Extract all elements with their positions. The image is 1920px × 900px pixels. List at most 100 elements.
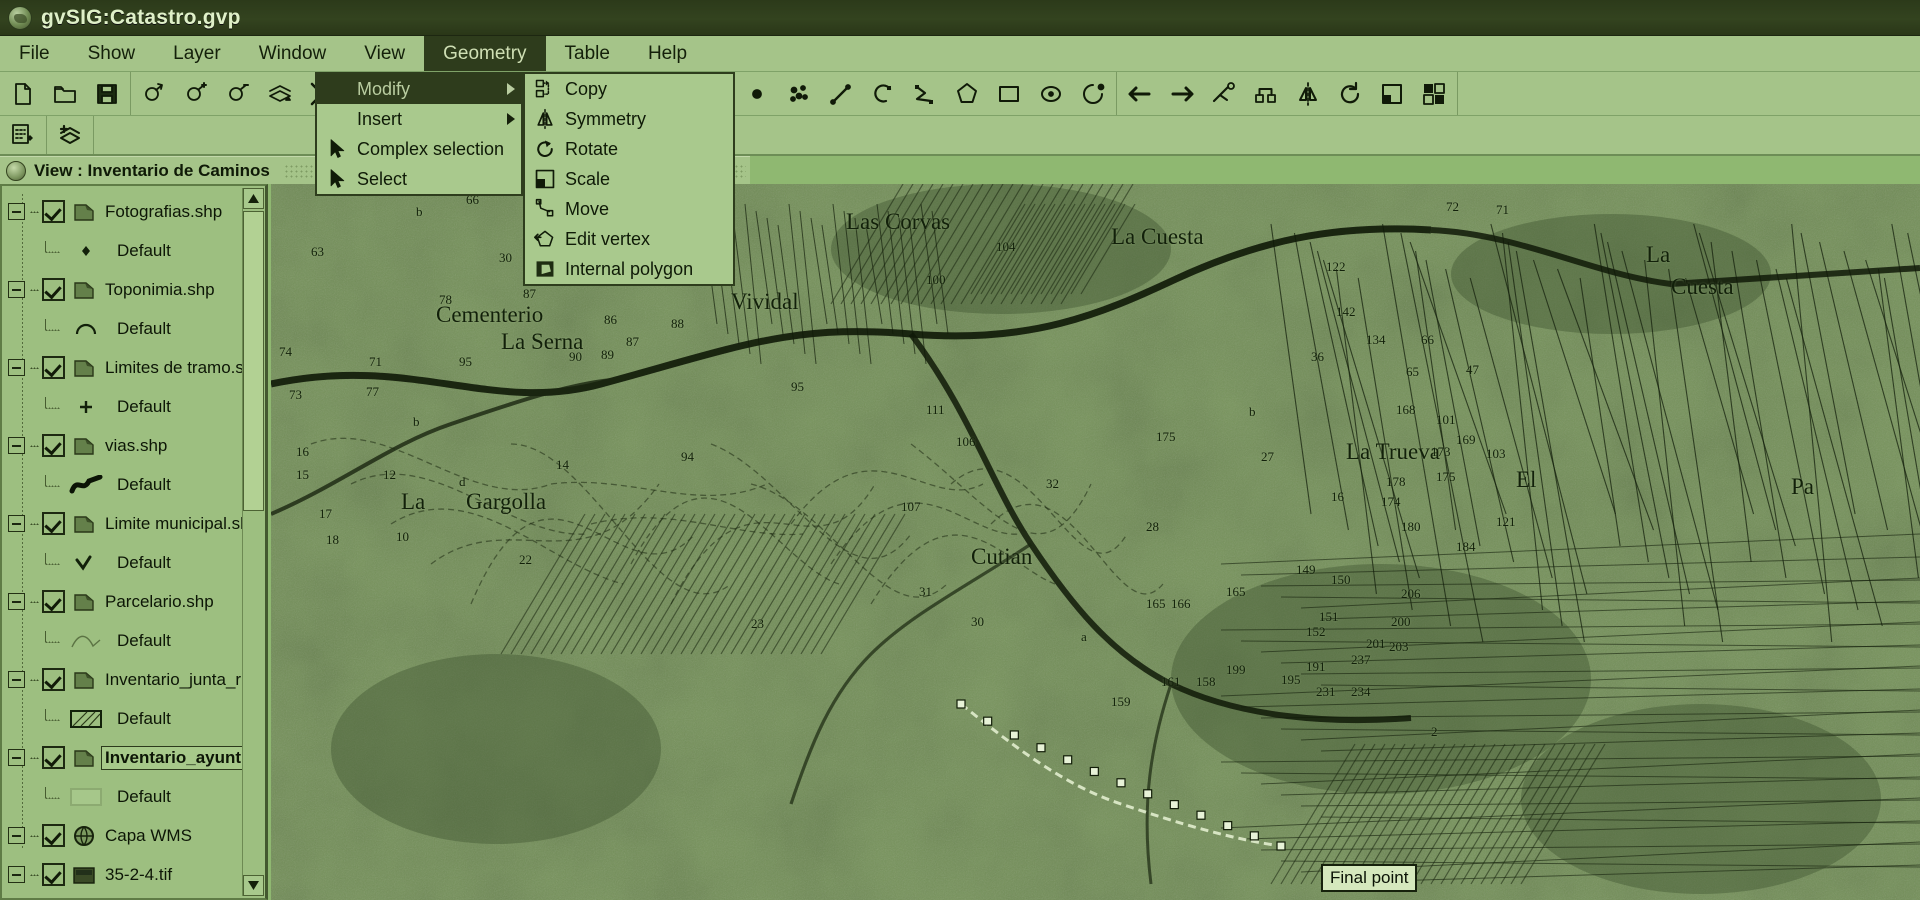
- layer-node-35-2-4-tif[interactable]: 35-2-4.tif: [2, 855, 252, 894]
- layer-tree[interactable]: Fotografias.shp Default Toponimia.shp Defau…: [2, 186, 263, 894]
- split-icon[interactable]: [1203, 74, 1245, 114]
- layer-node-fotografias-shp[interactable]: Fotografias.shp: [2, 192, 252, 231]
- layer-label[interactable]: 35-2-4.tif: [102, 864, 175, 886]
- layer-node-vias-shp[interactable]: vias.shp: [2, 426, 252, 465]
- menu-item-scale[interactable]: Scale: [525, 164, 733, 194]
- layer-visibility-checkbox[interactable]: [42, 824, 65, 847]
- layer-label[interactable]: Inventario_junta_ru: [102, 669, 254, 691]
- scroll-down-icon[interactable]: [243, 875, 264, 896]
- layer-visibility-checkbox[interactable]: [42, 356, 65, 379]
- arc-icon[interactable]: [862, 74, 904, 114]
- layer-visibility-checkbox[interactable]: [42, 434, 65, 457]
- expand-collapse-toggle[interactable]: [8, 515, 25, 532]
- arrow-left-icon[interactable]: [1119, 74, 1161, 114]
- circle-icon[interactable]: [1072, 74, 1114, 114]
- menu-file[interactable]: File: [0, 36, 69, 71]
- menu-item-internal-polygon[interactable]: Internal polygon: [525, 254, 733, 284]
- menu-table[interactable]: Table: [546, 36, 629, 71]
- expand-collapse-toggle[interactable]: [8, 593, 25, 610]
- menu-show[interactable]: Show: [69, 36, 155, 71]
- menu-item-modify[interactable]: Modify: [317, 74, 521, 104]
- scrollbar-thumb[interactable]: [243, 211, 264, 511]
- polygon-icon[interactable]: [946, 74, 988, 114]
- polyline-icon[interactable]: [904, 74, 946, 114]
- layer-symbol-node[interactable]: Default: [2, 777, 252, 816]
- zoom-to-layer-icon[interactable]: [259, 74, 301, 114]
- menu-item-copy[interactable]: Copy: [525, 74, 733, 104]
- layer-node-toponimia-shp[interactable]: Toponimia.shp: [2, 270, 252, 309]
- layer-symbol-node[interactable]: Default: [2, 543, 252, 582]
- layer-label[interactable]: Capa WMS: [102, 825, 195, 847]
- scroll-up-icon[interactable]: [243, 188, 264, 209]
- layer-label[interactable]: Parcelario.shp: [102, 591, 217, 613]
- layer-node-inventario-ayunt[interactable]: Inventario_ayunt: [2, 738, 252, 777]
- layer-visibility-checkbox[interactable]: [42, 512, 65, 535]
- layer-visibility-checkbox[interactable]: [42, 746, 65, 769]
- add-layer-icon[interactable]: [49, 115, 91, 155]
- zoom-in-icon[interactable]: [175, 74, 217, 114]
- layer-node-limites-de-tramo-shp[interactable]: Limites de tramo.shp: [2, 348, 263, 387]
- expand-collapse-toggle[interactable]: [8, 359, 25, 376]
- arrow-right-icon[interactable]: [1161, 74, 1203, 114]
- expand-collapse-toggle[interactable]: [8, 827, 25, 844]
- expand-collapse-toggle[interactable]: [8, 866, 25, 883]
- layer-symbol-node[interactable]: Default: [2, 465, 252, 504]
- expand-collapse-toggle[interactable]: [8, 281, 25, 298]
- layer-label[interactable]: Toponimia.shp: [102, 279, 218, 301]
- menu-item-select[interactable]: Select: [317, 164, 521, 194]
- menu-item-edit-vertex[interactable]: Edit vertex: [525, 224, 733, 254]
- expand-collapse-toggle[interactable]: [8, 749, 25, 766]
- modify-submenu[interactable]: Copy Symmetry Rotate Scale Move Edit vertex In…: [523, 72, 735, 286]
- layer-node-capa-wms[interactable]: Capa WMS: [2, 816, 252, 855]
- menu-layer[interactable]: Layer: [154, 36, 240, 71]
- layer-symbol-node[interactable]: Default: [2, 387, 252, 426]
- layer-visibility-checkbox[interactable]: [42, 200, 65, 223]
- layer-visibility-checkbox[interactable]: [42, 278, 65, 301]
- table-of-contents[interactable]: Fotografias.shp Default Toponimia.shp Defau…: [0, 184, 268, 900]
- line-icon[interactable]: [820, 74, 862, 114]
- menu-geometry[interactable]: Geometry: [424, 36, 546, 71]
- layer-symbol-node[interactable]: Default: [2, 699, 252, 738]
- layer-visibility-checkbox[interactable]: [42, 668, 65, 691]
- menu-bar[interactable]: File Show Layer Window View Geometry Table Help: [0, 36, 1920, 72]
- layer-symbol-node[interactable]: Default: [2, 309, 252, 348]
- layer-label[interactable]: Fotografias.shp: [102, 201, 225, 223]
- new-layer-icon[interactable]: [2, 115, 44, 155]
- rotate-tool-icon[interactable]: [1329, 74, 1371, 114]
- layer-label[interactable]: vias.shp: [102, 435, 170, 457]
- menu-item-move[interactable]: Move: [525, 194, 733, 224]
- save-icon[interactable]: [86, 74, 128, 114]
- menu-view[interactable]: View: [345, 36, 424, 71]
- menu-item-complex-selection[interactable]: Complex selection: [317, 134, 521, 164]
- scale-tool-icon[interactable]: [1371, 74, 1413, 114]
- expand-collapse-toggle[interactable]: [8, 203, 25, 220]
- multipoint-icon[interactable]: [778, 74, 820, 114]
- layer-symbol-node[interactable]: Default: [2, 231, 252, 270]
- toolbar-row-1[interactable]: [0, 72, 1920, 116]
- matrix-icon[interactable]: [1413, 74, 1455, 114]
- layer-symbol-node[interactable]: Default: [2, 621, 252, 660]
- new-document-icon[interactable]: [2, 74, 44, 114]
- layer-label[interactable]: Inventario_ayunt: [100, 745, 246, 770]
- layer-node-parcelario-shp[interactable]: Parcelario.shp: [2, 582, 252, 621]
- mirror-icon[interactable]: [1287, 74, 1329, 114]
- toc-scrollbar[interactable]: [242, 188, 264, 896]
- layer-visibility-checkbox[interactable]: [42, 863, 65, 886]
- join-icon[interactable]: [1245, 74, 1287, 114]
- rectangle-icon[interactable]: [988, 74, 1030, 114]
- expand-collapse-toggle[interactable]: [8, 437, 25, 454]
- menu-help[interactable]: Help: [629, 36, 706, 71]
- expand-collapse-toggle[interactable]: [8, 671, 25, 688]
- toolbar-row-2[interactable]: [0, 116, 1920, 156]
- geometry-dropdown-menu[interactable]: Modify Insert Complex selection Select: [315, 72, 523, 196]
- zoom-previous-icon[interactable]: [133, 74, 175, 114]
- layer-node-inventario-junta-ru[interactable]: Inventario_junta_ru: [2, 660, 252, 699]
- layer-label[interactable]: Limite municipal.shp: [102, 513, 262, 535]
- menu-window[interactable]: Window: [240, 36, 346, 71]
- menu-item-symmetry[interactable]: Symmetry: [525, 104, 733, 134]
- menu-item-insert[interactable]: Insert: [317, 104, 521, 134]
- menu-item-rotate[interactable]: Rotate: [525, 134, 733, 164]
- point-icon[interactable]: [736, 74, 778, 114]
- zoom-out-icon[interactable]: [217, 74, 259, 114]
- map-canvas[interactable]: Las Corvas La Cuesta La Cuesta Vividal Cement…: [271, 184, 1920, 900]
